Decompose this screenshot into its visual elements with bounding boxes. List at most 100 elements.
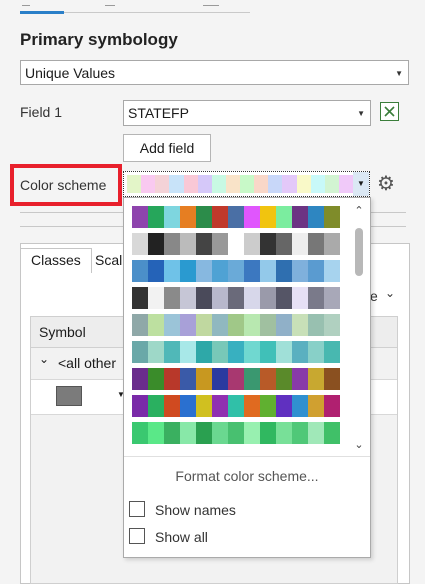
ramp-swatch (180, 422, 196, 444)
color-ramp-option[interactable] (132, 341, 340, 363)
symbology-type-dropdown[interactable]: Unique Values ▼ (20, 60, 409, 85)
ramp-swatch (240, 175, 255, 193)
chevron-down-icon: ▼ (357, 109, 365, 118)
ramp-swatch (132, 287, 148, 309)
ramp-swatch (308, 233, 324, 255)
ramp-swatch (132, 314, 148, 336)
top-tab-strip (20, 0, 250, 16)
tab-fragment (22, 0, 30, 6)
ramp-swatch (276, 368, 292, 390)
ramp-swatch (196, 206, 212, 228)
ramp-swatch (296, 175, 311, 193)
ramp-swatch (228, 206, 244, 228)
section-title: Primary symbology (20, 30, 178, 49)
ramp-swatch (260, 206, 276, 228)
ramp-swatch (244, 422, 260, 444)
color-ramp-option[interactable] (132, 395, 340, 417)
color-ramp-option[interactable] (132, 368, 340, 390)
ramp-swatch (308, 341, 324, 363)
ramp-swatch (244, 287, 260, 309)
scrollbar[interactable]: ⌃ ⌄ (352, 204, 366, 454)
all-other-label: <all other (58, 355, 116, 371)
ramp-swatch (180, 260, 196, 282)
ramp-swatch (292, 368, 308, 390)
ramp-swatch (132, 368, 148, 390)
ramp-swatch (164, 314, 180, 336)
ramp-swatch (180, 287, 196, 309)
tab-strip-divider (64, 12, 250, 13)
ramp-swatch (324, 314, 340, 336)
ramp-swatch (132, 206, 148, 228)
ramp-swatch (196, 314, 212, 336)
show-names-checkbox[interactable] (129, 501, 145, 517)
scrollbar-thumb[interactable] (355, 228, 363, 276)
ramp-swatch (196, 260, 212, 282)
chevron-down-icon: ▼ (395, 69, 403, 78)
ramp-swatch (155, 175, 170, 193)
color-ramp-option[interactable] (132, 422, 340, 444)
tab-scales[interactable]: Scal (95, 252, 122, 277)
ramp-swatch (148, 287, 164, 309)
ramp-swatch (244, 314, 260, 336)
ramp-swatch (183, 175, 198, 193)
symbol-swatch[interactable] (56, 386, 82, 406)
ramp-swatch (308, 422, 324, 444)
ramp-swatch (282, 175, 297, 193)
ramp-swatch (212, 260, 228, 282)
ramp-swatch (244, 206, 260, 228)
ramp-swatch (132, 422, 148, 444)
ramp-swatch (276, 233, 292, 255)
active-tab-indicator (20, 11, 64, 14)
ramp-swatch (276, 341, 292, 363)
chevron-down-icon[interactable]: ⌄ (39, 352, 49, 366)
chevron-down-icon[interactable]: ⌄ (385, 286, 395, 300)
ramp-swatch (132, 341, 148, 363)
ramp-swatch (244, 368, 260, 390)
ramp-swatch (225, 175, 240, 193)
expression-icon[interactable] (380, 102, 399, 121)
gear-icon[interactable]: ⚙ (377, 174, 395, 194)
ramp-swatch (308, 287, 324, 309)
ramp-swatch (132, 233, 148, 255)
ramp-swatch (196, 395, 212, 417)
ramp-swatch (308, 368, 324, 390)
color-ramp-option[interactable] (132, 206, 340, 228)
ramp-swatch (148, 368, 164, 390)
format-color-scheme-link[interactable]: Format color scheme... (124, 468, 370, 484)
ramp-swatch (324, 341, 340, 363)
show-all-checkbox[interactable] (129, 528, 145, 544)
ramp-swatch (212, 233, 228, 255)
color-scheme-dropdown[interactable]: ▼ (123, 171, 370, 197)
scroll-up-icon[interactable]: ⌃ (352, 204, 366, 217)
ramp-swatch (324, 422, 340, 444)
ramp-swatch (228, 422, 244, 444)
color-ramp-option[interactable] (132, 287, 340, 309)
ramp-swatch (228, 395, 244, 417)
header-symbol: Symbol (39, 324, 86, 340)
ramp-swatch (212, 395, 228, 417)
add-field-button[interactable]: Add field (123, 134, 211, 162)
more-label[interactable]: e (370, 288, 378, 304)
ramp-swatch (308, 260, 324, 282)
divider (124, 456, 370, 457)
ramp-swatch (212, 206, 228, 228)
ramp-swatch (228, 368, 244, 390)
ramp-swatch (260, 233, 276, 255)
ramp-swatch (292, 260, 308, 282)
field1-label: Field 1 (20, 104, 63, 120)
ramp-swatch (164, 233, 180, 255)
scroll-down-icon[interactable]: ⌄ (352, 438, 366, 451)
color-ramp-option[interactable] (132, 314, 340, 336)
color-ramp-option[interactable] (132, 260, 340, 282)
chevron-down-icon[interactable]: ▼ (353, 172, 369, 196)
ramp-swatch (196, 368, 212, 390)
tab-classes[interactable]: Classes (20, 248, 92, 273)
ramp-swatch (164, 260, 180, 282)
color-ramp-option[interactable] (132, 233, 340, 255)
ramp-swatch (276, 206, 292, 228)
ramp-swatch (260, 368, 276, 390)
field1-dropdown[interactable]: STATEFP ▼ (123, 100, 371, 126)
ramp-swatch (308, 395, 324, 417)
ramp-swatch (276, 422, 292, 444)
ramp-swatch (324, 206, 340, 228)
